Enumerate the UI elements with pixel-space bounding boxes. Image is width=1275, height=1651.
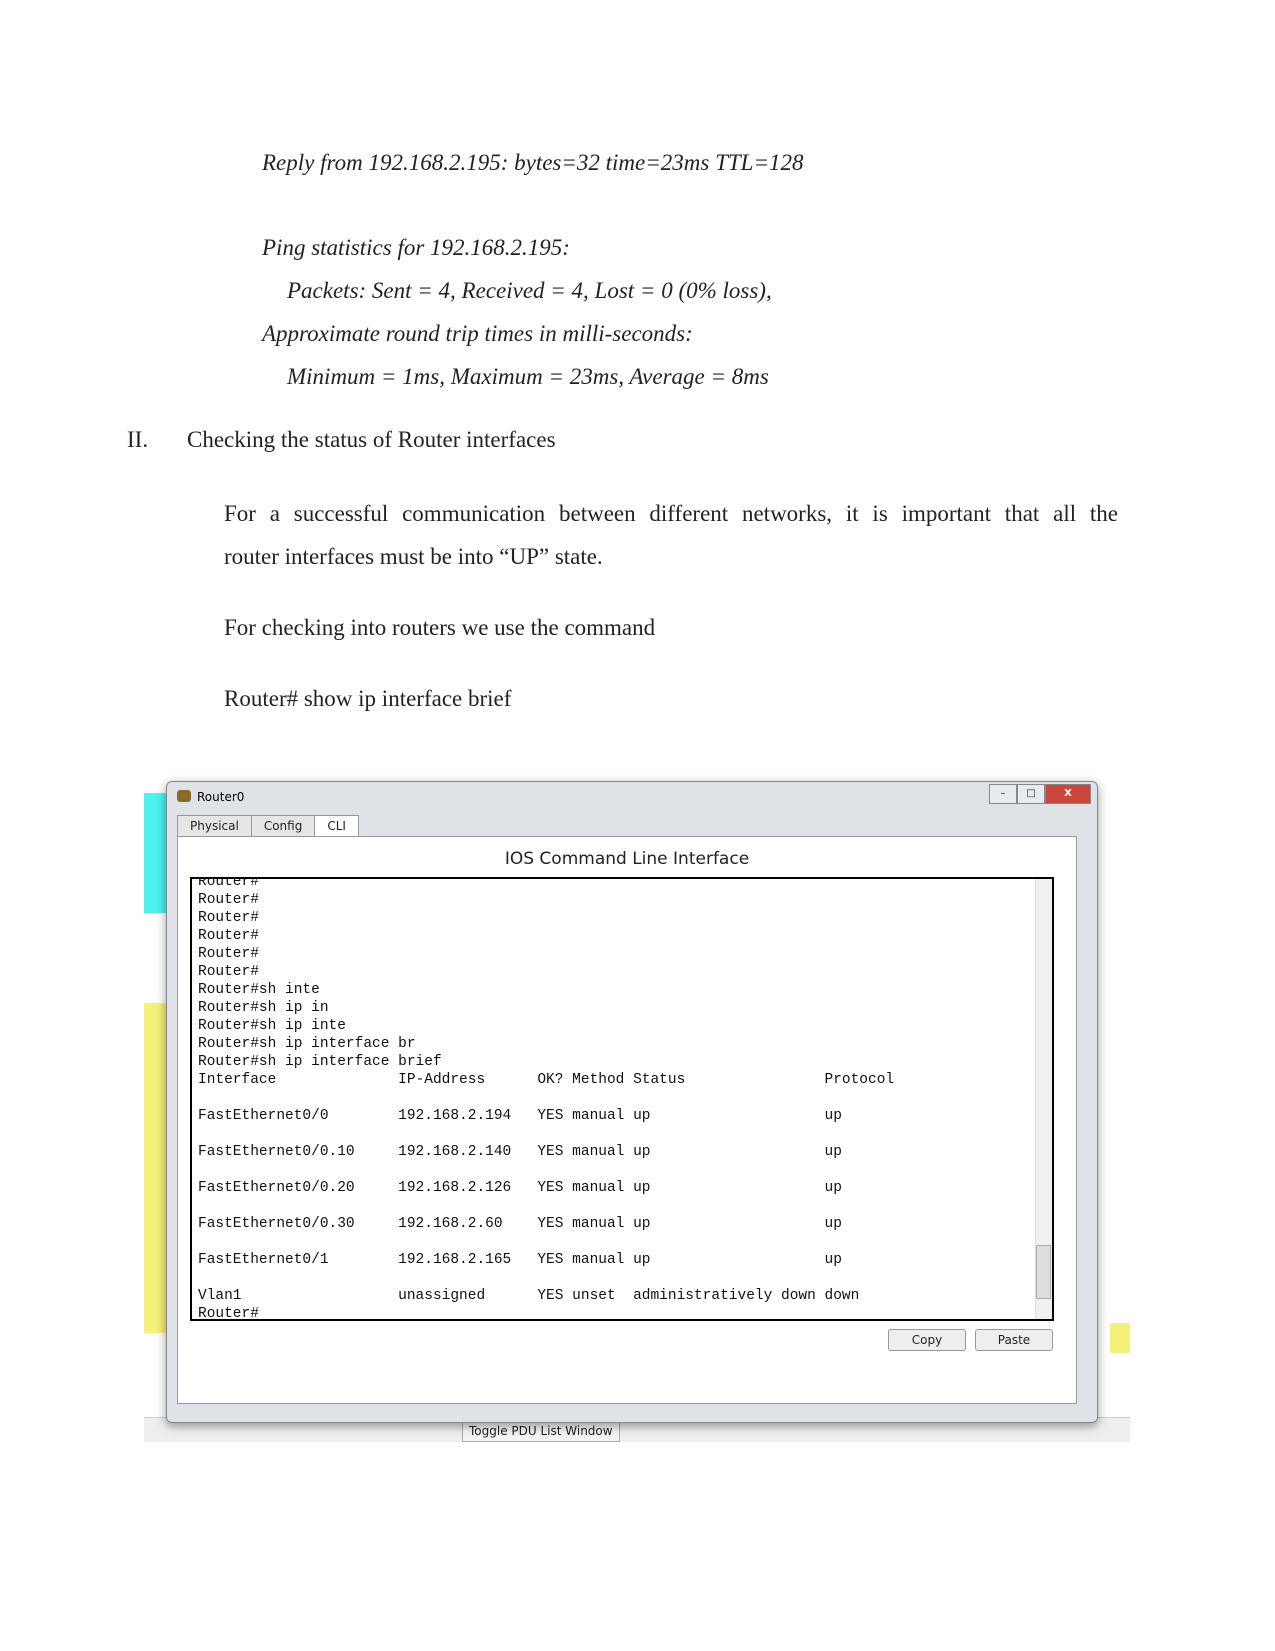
screenshot-image: Toggle PDU List Window Router0 – □ X Phy…	[144, 773, 1130, 1442]
scrollbar[interactable]	[1035, 879, 1052, 1319]
section-number: II.	[127, 427, 149, 452]
panel-title: IOS Command Line Interface	[504, 849, 750, 869]
close-button[interactable]: X	[1045, 784, 1091, 804]
maximize-button[interactable]: □	[1017, 784, 1045, 804]
router-window: Router0 – □ X Physical Config CLI IOS Co…	[166, 781, 1098, 1423]
paragraph: For checking into routers we use the com…	[224, 615, 656, 640]
ping-approx: Approximate round trip times in milli-se…	[262, 321, 693, 346]
background-area	[1110, 1323, 1130, 1353]
scrollbar-thumb[interactable]	[1036, 1245, 1051, 1299]
command-text: Router# show ip interface brief	[224, 686, 512, 711]
paste-button[interactable]: Paste	[975, 1329, 1053, 1351]
copy-button[interactable]: Copy	[888, 1329, 966, 1351]
minimize-button[interactable]: –	[989, 784, 1017, 804]
window-title: Router0	[197, 790, 245, 804]
tab-physical[interactable]: Physical	[177, 815, 252, 837]
router-icon	[177, 790, 191, 802]
ping-reply: Reply from 192.168.2.195: bytes=32 time=…	[262, 150, 804, 175]
cli-output: Router# Router# Router# Router# Router# …	[198, 877, 895, 1321]
tab-cli[interactable]: CLI	[314, 815, 359, 837]
ping-stats: Ping statistics for 192.168.2.195:	[262, 235, 570, 260]
cli-terminal[interactable]: Router# Router# Router# Router# Router# …	[190, 877, 1054, 1321]
toggle-pdu-button[interactable]: Toggle PDU List Window	[462, 1420, 620, 1442]
cli-panel: IOS Command Line Interface Router# Route…	[177, 836, 1077, 1404]
paragraph-line: router interfaces must be into “UP” stat…	[224, 544, 603, 569]
paragraph-line: For a successful communication between d…	[224, 501, 1118, 526]
ping-packets: Packets: Sent = 4, Received = 4, Lost = …	[287, 278, 772, 303]
ping-times: Minimum = 1ms, Maximum = 23ms, Average =…	[287, 364, 769, 389]
document-page: Reply from 192.168.2.195: bytes=32 time=…	[0, 0, 1275, 1651]
tab-config[interactable]: Config	[250, 815, 316, 837]
section-title: Checking the status of Router interfaces	[187, 427, 556, 452]
